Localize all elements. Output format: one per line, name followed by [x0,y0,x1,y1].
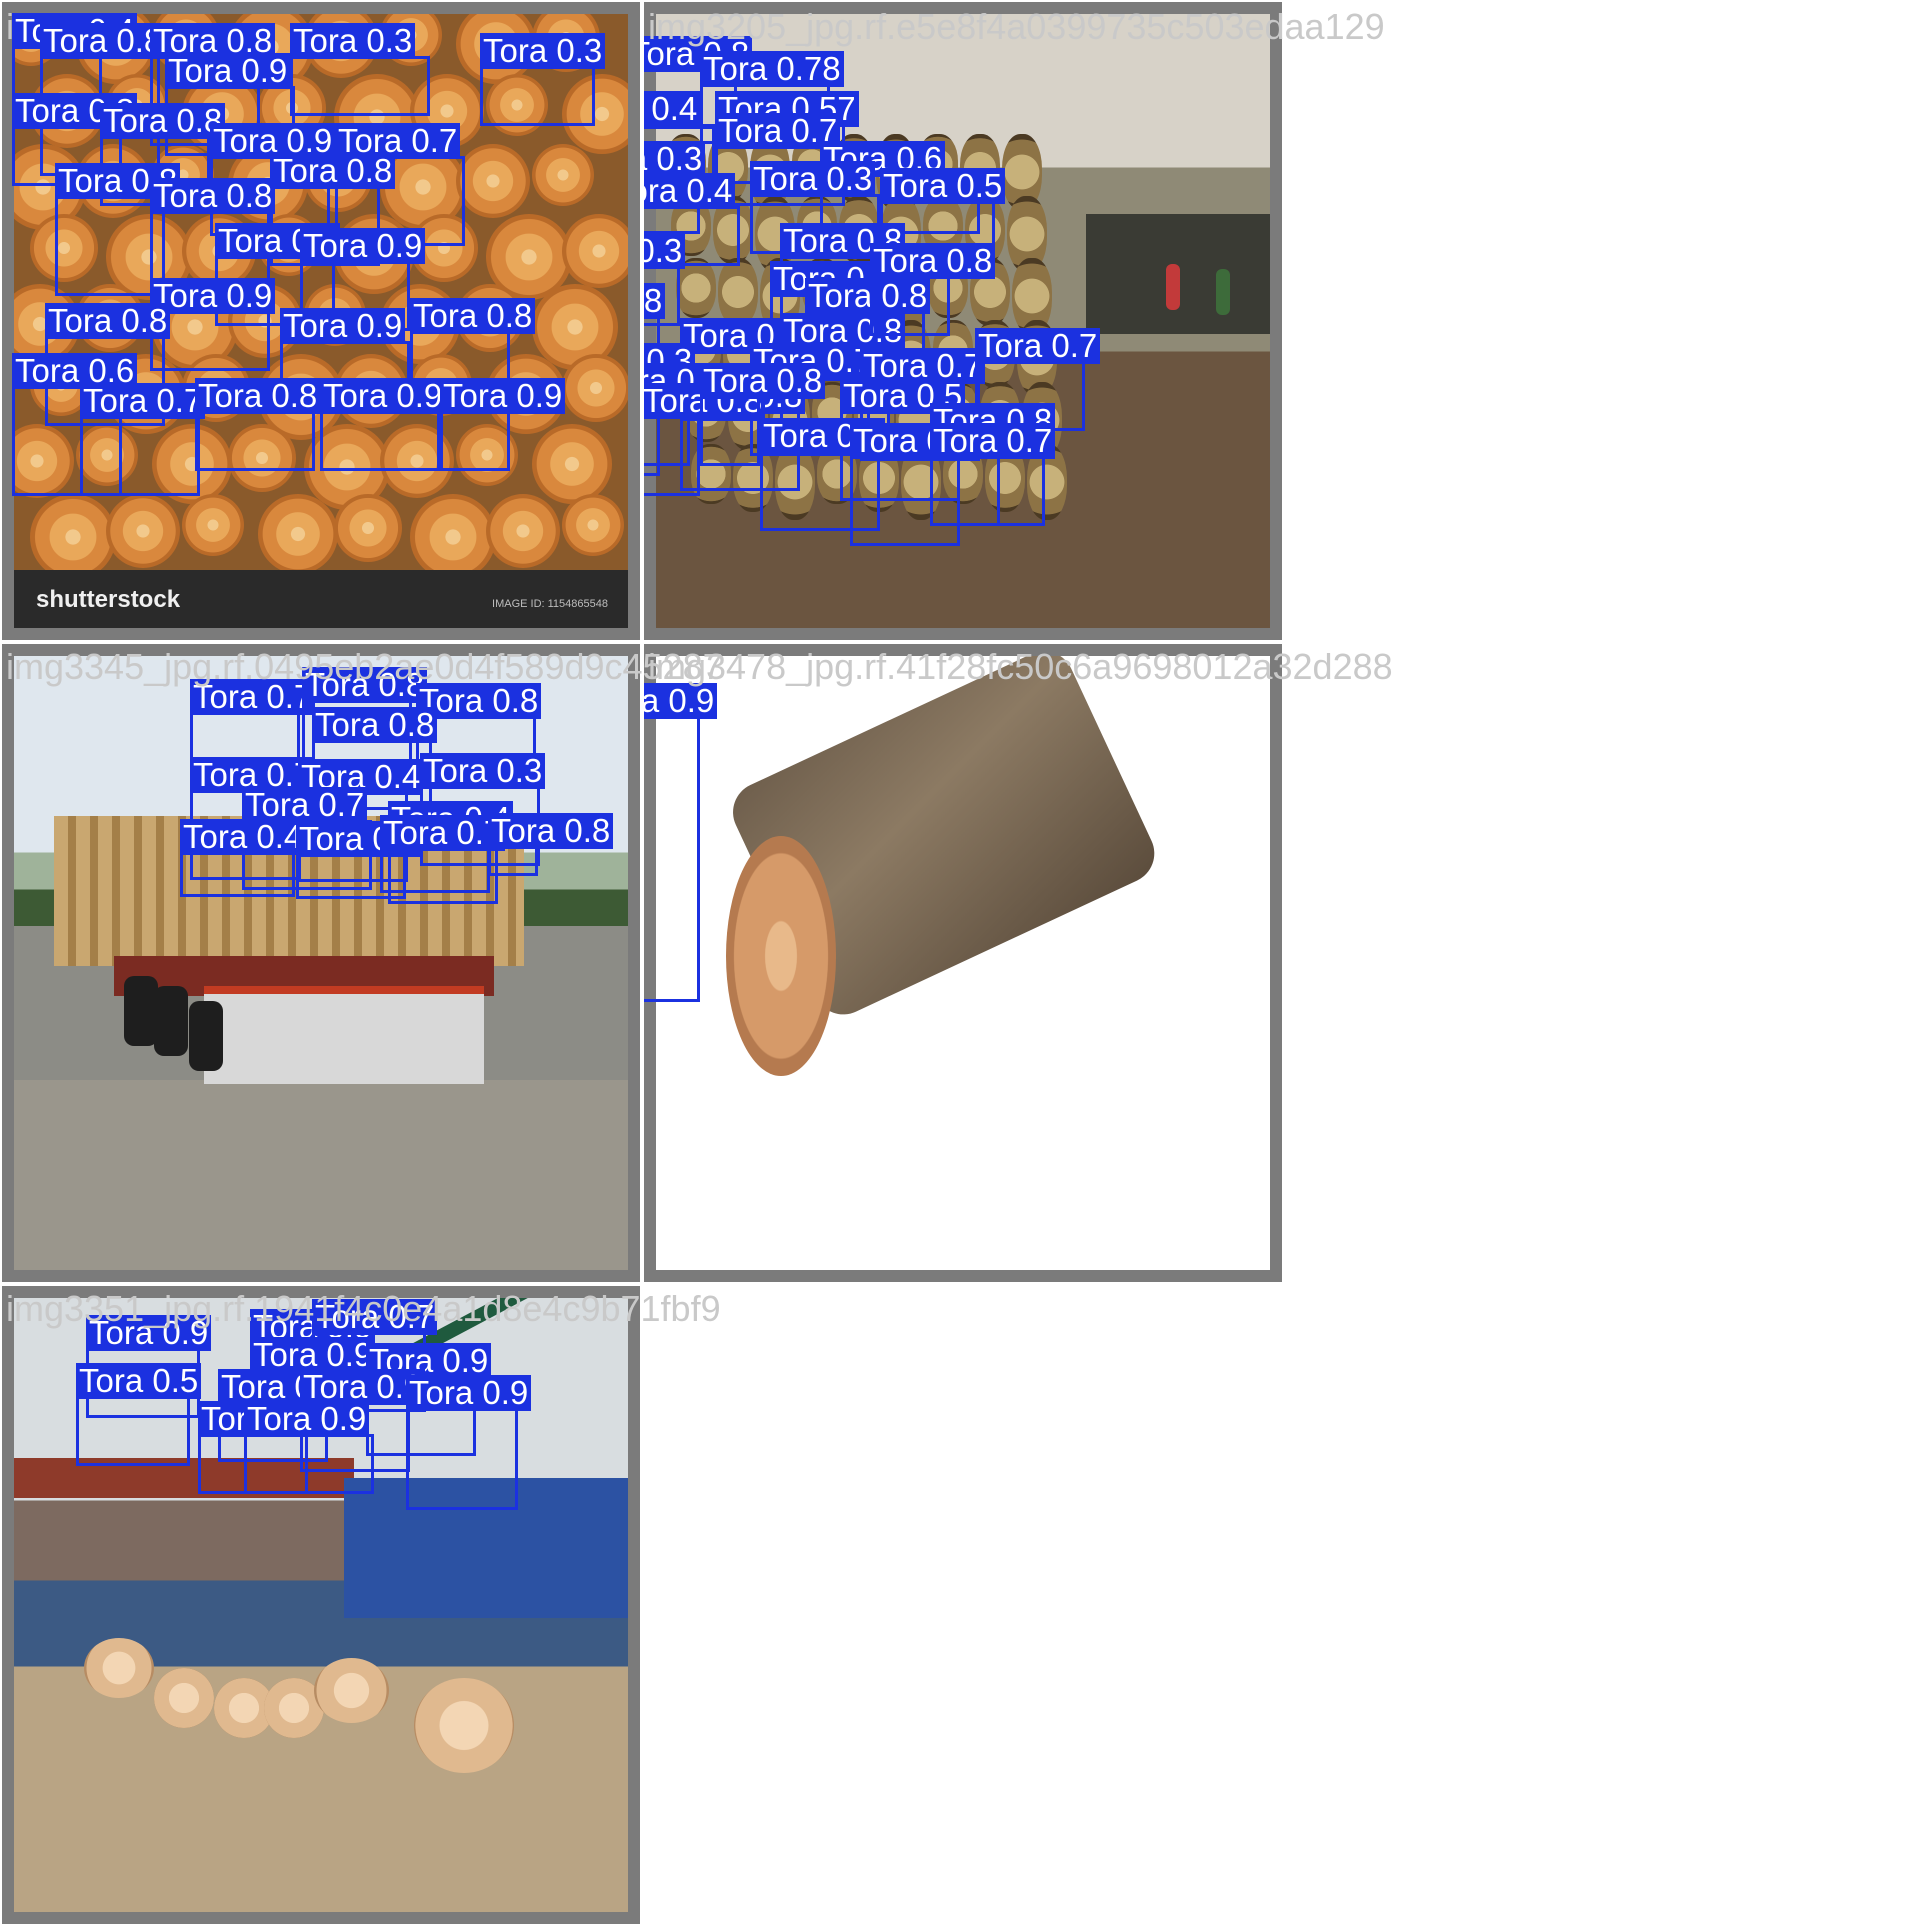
detection-label: Tora 0.9 [644,683,718,719]
log-end [258,494,338,574]
grid-tile-crane-yard: Tora 0.9Tora 0.9Tora 0.7Tora 0.9Tora 0.9… [2,1286,640,1924]
log-end [334,494,402,562]
tile-caption: i [6,6,14,47]
detection-box: Tora 0.8 [195,378,321,471]
detection-box: Tora 0.8 [488,813,614,876]
detection-label: Tora 0.9 [300,228,426,264]
grid-tile-log-pile: shutterstock IMAGE ID: 1154865548 Tora 0… [2,2,640,640]
detection-box: Tora 0.8 [644,383,766,496]
detection-label: Tora 0.9 [244,1401,370,1437]
detection-label: Tora 0.8 [410,298,536,334]
detection-box: Tora 0.7 [80,383,206,496]
log-end [532,424,612,504]
detection-label: Tora 0.9 [320,378,446,414]
log-end [562,214,628,288]
detection-label: Tora 0.4 [644,173,736,209]
tile-caption: img3345_jpg.rf.0495eb2ae0d4f589d9c45287 [6,646,723,687]
detection-label: Tora 0.8 [870,243,996,279]
stacked-log-end [84,1638,154,1698]
tile-caption: img3205_jpg.rf.e5e8f4a0399735c503edaa129 [648,6,1385,47]
detection-box: Tora 0.7 [380,815,506,893]
detection-label: Tora 0.9 [440,378,566,414]
truck-wheel [124,976,158,1046]
detection-label: Tora 0.9 [406,1375,532,1411]
detection-box: Tora 0.9 [320,378,446,471]
truck-wheel [154,986,188,1056]
detection-label: Tora 0.8 [700,363,826,399]
detection-label: Tora 0.8 [150,178,276,214]
detection-label: Tora 0.5 [880,168,1006,204]
detection-label: Tora 0.7 [975,328,1101,364]
log-end [486,494,560,568]
detection-box: Tora 0.8 [870,243,996,336]
detection-box: Tora 0.9 [644,683,718,1002]
log-end [532,144,594,206]
detection-label: Tora 0.8 [644,283,666,319]
detection-label: Tora 0.78 [700,51,844,87]
worker-figure [1216,269,1230,315]
stacked-log-end [314,1658,389,1723]
log-end [456,144,530,218]
log-end [182,494,244,556]
detection-box: Tora 0.3 [290,23,430,116]
detection-label: Tora 0.3 [750,161,876,197]
grid-tile-timber-truck: Tora 0.7 Tora 0.8 Tora 0.8 Tora 0.8 Tora 0.7… [2,644,640,1282]
shutterstock-logo: shutterstock [36,586,181,613]
detection-label: Tora 0.8 [40,23,166,59]
log-end [106,494,180,568]
detection-label: Tora 0.4 [180,819,306,855]
detection-label: Tora 0.7 [930,423,1056,459]
detection-box: Tora 0.9 [440,378,566,471]
detection-label: Tora 0.9 [165,53,291,89]
grid-tile-single-log: Tora 0.9 [644,644,1282,1282]
detection-label: Tora 0.3 [480,33,606,69]
detection-label: Tora 0.8 [100,103,226,139]
detection-label: Tora 0.4 [644,91,701,127]
detection-box: Tora 0.9 [406,1375,532,1510]
truck-wheel [189,1001,223,1071]
detection-label: Tora 0.3 [290,23,416,59]
detection-label: Tora 0.8 [312,707,438,743]
detection-label: Tora 0.3 [420,753,546,789]
tile-caption: img3478_jpg.rf.41f28fc50c6a9698012a32d28… [648,646,1393,687]
detection-label: Tora 0.7 [80,383,206,419]
detection-box: Tora 0.3 [480,33,606,126]
detection-box: Tora 0.8 [700,363,826,466]
detection-label: Tora 0.8 [195,378,321,414]
detection-label: Tora 0.3 [644,233,686,269]
tile-caption: img3351_jpg.rf.1941f4c0e4a1d8e4c9b71fbf9 [6,1288,721,1329]
detection-label: Tora 0.8 [488,813,614,849]
log-cut-end [726,836,836,1076]
detection-box: Tora 0.4 [180,819,306,897]
detection-box: Tora 0.7 [930,423,1056,526]
worker-figure [1166,264,1180,310]
road [14,1080,628,1270]
log-end [562,354,628,422]
yard-log-end [718,258,758,326]
image-id-text: IMAGE ID: 1154865548 [492,598,608,610]
detection-label: Tora 0.7 [380,815,506,851]
detection-box: Tora 0.5 [76,1363,202,1466]
watermark-bar: shutterstock IMAGE ID: 1154865548 [14,570,628,628]
log-end [410,494,496,580]
photo-single-log [656,656,1270,1270]
detection-label: Tora 0.9 [280,308,406,344]
stacked-log-end [154,1668,214,1728]
grid-tile-log-yard: Tora 0.8 Tora 0.78 Tora 0.3 Tora 0.4 Tora 0.… [644,2,1282,640]
detection-box: Tora 0.9 [244,1401,374,1494]
detection-label: Tora 0.8 [270,153,396,189]
truck-rear [204,986,484,1084]
stacked-log-end [414,1678,514,1773]
log-end [562,494,624,556]
detection-label: Tora 0.5 [76,1363,202,1399]
detection-box: Tora 0.8 [55,163,181,296]
detection-label: Tora 0.8 [45,303,171,339]
log-end [30,494,116,580]
